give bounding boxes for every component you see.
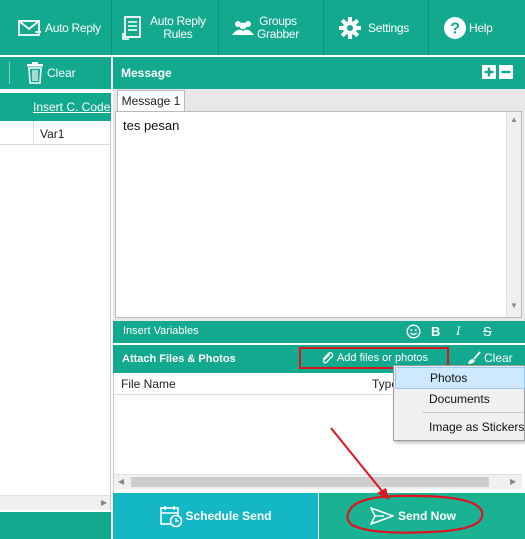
smiley-icon[interactable]	[406, 324, 421, 342]
italic-button[interactable]: I	[456, 323, 460, 339]
svg-text:?: ?	[450, 20, 459, 37]
scroll-up-arrow-icon[interactable]: ▲	[510, 116, 518, 124]
groups-grabber-label-line1: Groups	[259, 13, 297, 28]
insert-variables-bar: Insert Variables B I S	[113, 321, 525, 343]
left-panel-header: Clear	[0, 57, 111, 89]
schedule-send-button[interactable]: Schedule Send	[113, 493, 318, 539]
top-toolbar: Auto Reply Auto Reply Rules Groups Grabb…	[0, 0, 525, 55]
trash-icon	[26, 62, 44, 84]
schedule-send-label: Schedule Send	[185, 509, 272, 523]
clear-label: Clear	[47, 66, 76, 80]
calendar-clock-icon	[159, 504, 183, 528]
attach-clear-label: Clear	[484, 351, 513, 365]
settings-button[interactable]: Settings	[324, 0, 428, 55]
attach-header-title: Attach Files & Photos	[122, 353, 236, 365]
add-message-button[interactable]	[482, 65, 496, 79]
people-icon	[231, 19, 255, 37]
insert-variables-button[interactable]: Insert Variables	[123, 325, 199, 337]
send-now-button[interactable]: Send Now	[319, 493, 525, 539]
bottom-action-bar: Schedule Send Send Now	[113, 493, 525, 539]
auto-reply-rules-label-line1: Auto Reply	[150, 13, 206, 28]
strikethrough-button[interactable]: S	[483, 324, 492, 339]
scroll-left-arrow-icon[interactable]: ◀	[118, 478, 124, 486]
paperclip-icon	[320, 351, 334, 365]
scroll-down-arrow-icon[interactable]: ▼	[510, 302, 518, 310]
message-text: tes pesan	[123, 118, 180, 133]
message-header-title: Message	[121, 66, 172, 80]
auto-reply-rules-label-line2: Rules	[163, 26, 193, 41]
auto-reply-button[interactable]: Auto Reply	[0, 0, 111, 55]
left-panel-subheader: Insert C. Code	[0, 93, 111, 121]
column-header-file-name[interactable]: File Name	[121, 377, 176, 391]
message-header: Message	[113, 57, 525, 89]
envelope-reply-icon	[18, 18, 42, 38]
minus-icon	[501, 70, 511, 74]
column-divider	[33, 121, 34, 145]
menu-item-photos[interactable]: Photos	[395, 367, 525, 389]
gear-icon	[338, 16, 362, 40]
help-button[interactable]: ? Help	[429, 0, 525, 55]
document-list-icon	[122, 15, 144, 41]
left-panel-footer	[0, 512, 111, 539]
remove-message-button[interactable]	[499, 65, 513, 79]
menu-item-photos-label: Photos	[430, 371, 468, 385]
left-divider	[9, 62, 10, 84]
scroll-thumb[interactable]	[131, 477, 489, 487]
tab-message-1-label: Message 1	[121, 94, 181, 108]
auto-reply-label: Auto Reply	[45, 20, 101, 35]
bold-button[interactable]: B	[431, 324, 440, 339]
tab-message-1[interactable]: Message 1	[117, 90, 185, 111]
add-files-label: Add files or photos	[336, 352, 429, 364]
menu-item-documents-label: Documents	[429, 392, 490, 406]
menu-item-image-as-stickers-label: Image as Stickers	[429, 420, 525, 434]
groups-grabber-label-line2: Grabber	[257, 26, 299, 41]
attach-context-menu: Photos Documents Image as Stickers	[393, 365, 525, 441]
brush-icon	[467, 351, 481, 365]
groups-grabber-button[interactable]: Groups Grabber	[219, 0, 323, 55]
paper-plane-icon	[370, 506, 394, 526]
send-now-label: Send Now	[397, 509, 456, 523]
menu-separator	[422, 412, 524, 413]
column-header-var1[interactable]: Var1	[40, 127, 64, 141]
variables-table: Var1 ▶	[0, 121, 111, 510]
question-icon: ?	[443, 16, 467, 40]
attach-clear-button[interactable]: Clear	[467, 351, 513, 365]
left-horizontal-scrollbar[interactable]: ▶	[0, 495, 110, 510]
menu-item-documents[interactable]: Documents	[395, 388, 525, 410]
attachments-horizontal-scrollbar[interactable]: ◀ ▶	[114, 474, 522, 489]
menu-item-image-as-stickers[interactable]: Image as Stickers	[395, 416, 525, 438]
insert-code-link[interactable]: Insert C. Code	[33, 100, 110, 114]
plus-icon	[484, 67, 494, 77]
table-header-row: Var1	[0, 121, 110, 145]
help-label: Help	[469, 20, 493, 35]
scroll-right-arrow-icon[interactable]: ▶	[510, 478, 516, 486]
clear-button[interactable]: Clear	[26, 61, 76, 85]
settings-label: Settings	[368, 20, 409, 35]
message-scrollbar[interactable]: ▲ ▼	[506, 112, 521, 317]
scroll-right-arrow-icon[interactable]: ▶	[101, 499, 107, 507]
auto-reply-rules-button[interactable]: Auto Reply Rules	[112, 0, 218, 55]
message-textarea[interactable]: tes pesan ▲ ▼	[115, 111, 522, 318]
